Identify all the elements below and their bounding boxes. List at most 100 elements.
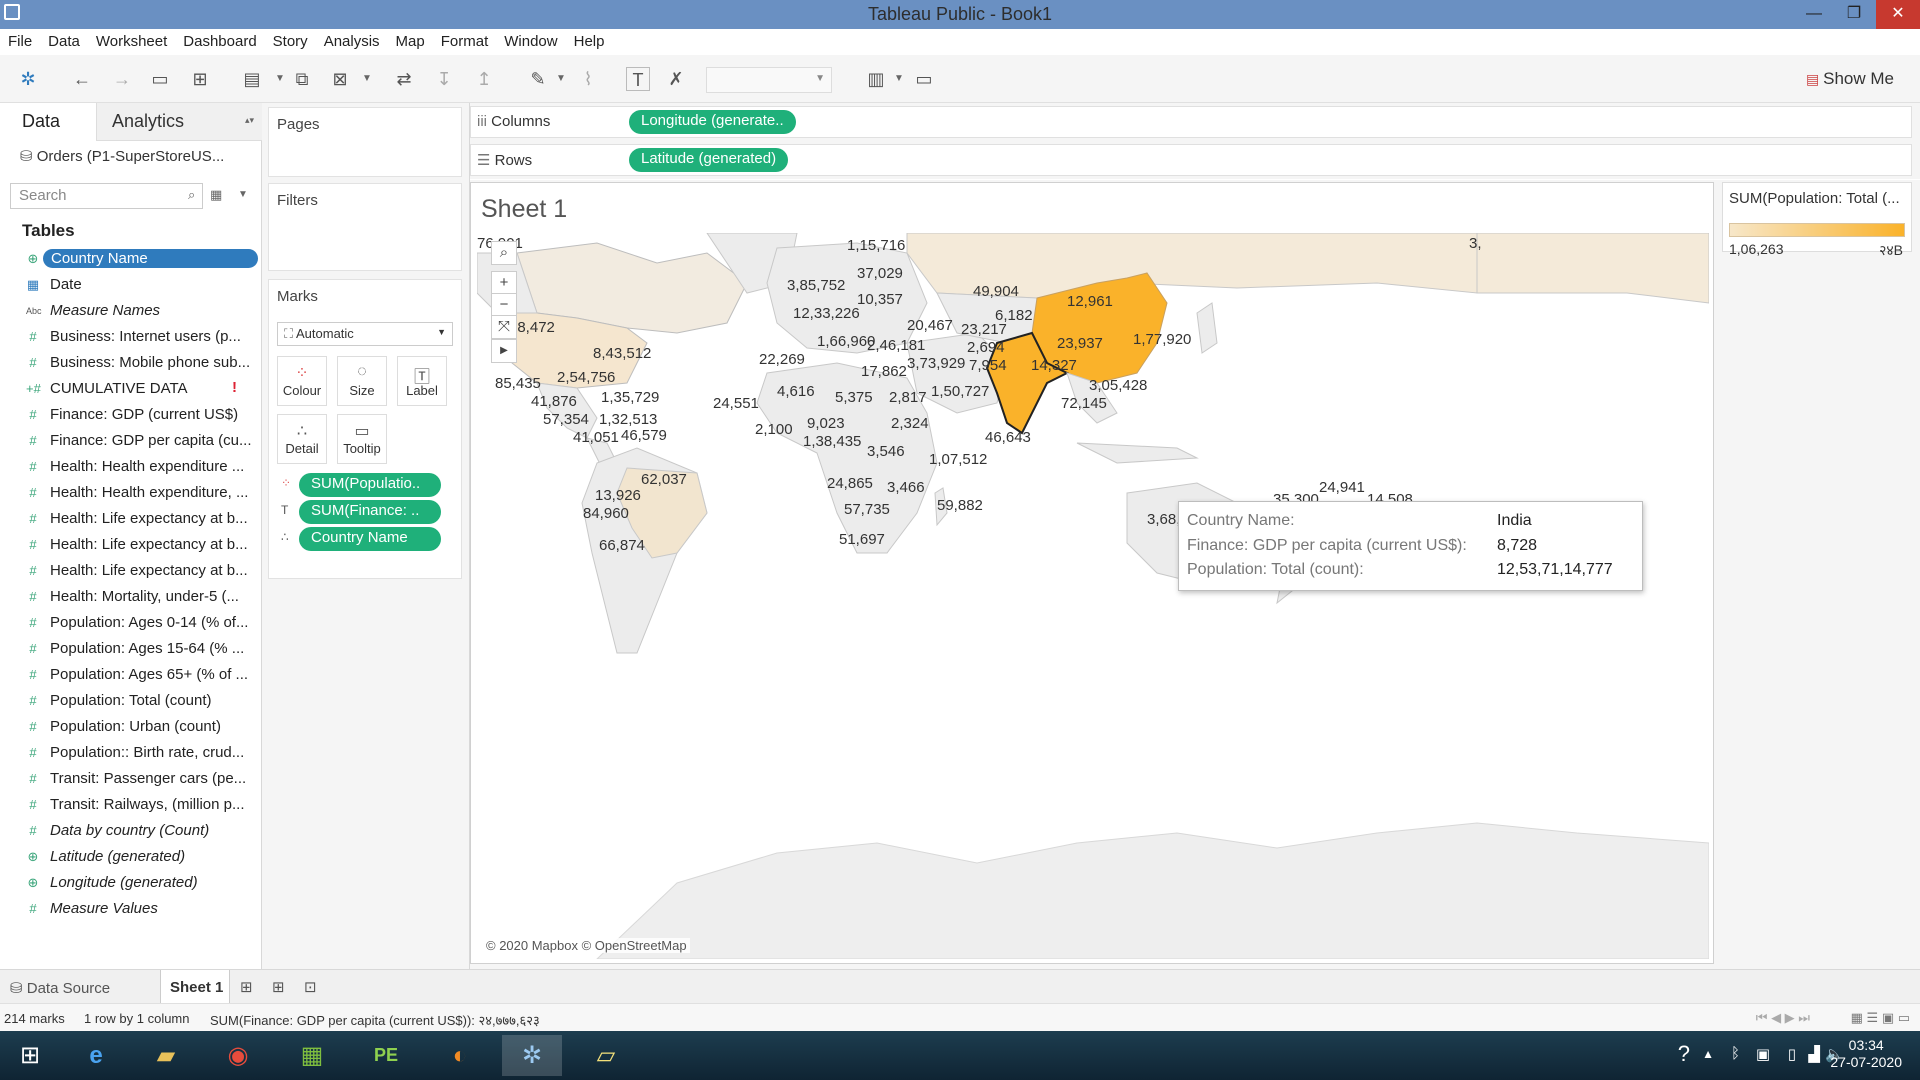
restore-icon[interactable]: ❐ — [1832, 0, 1876, 29]
view-data-icon[interactable]: ▦ — [210, 187, 222, 203]
field-item[interactable]: # Population: Ages 0-14 (% of... — [0, 611, 262, 637]
app-icon[interactable]: ▦ — [282, 1035, 342, 1076]
signal-icon[interactable]: ▟ — [1808, 1045, 1820, 1063]
sheet-nav-icon[interactable]: ⏮ ◀ ▶ ⏭ — [1756, 1010, 1810, 1026]
detail-pill[interactable]: Country Name — [299, 527, 441, 551]
field-item[interactable]: # Health: Health expenditure, ... — [0, 481, 262, 507]
pane-menu-icon[interactable]: ▴▾ — [245, 115, 254, 126]
show-me-button[interactable]: ▤ Show Me — [1806, 69, 1894, 89]
redo-icon[interactable]: → — [110, 67, 134, 91]
east-siberia-shape[interactable] — [1476, 233, 1709, 304]
indonesia-shape[interactable] — [1076, 442, 1199, 464]
detail-button[interactable]: ∴ Detail — [277, 414, 327, 464]
map-search-icon[interactable]: ⌕ — [491, 241, 517, 265]
field-item[interactable]: # Health: Life expectancy at b... — [0, 507, 262, 533]
pe-app-icon[interactable]: PE — [356, 1035, 416, 1076]
new-dashboard-icon[interactable]: ⊞ — [272, 978, 285, 996]
battery-icon[interactable]: ▯ — [1788, 1045, 1796, 1063]
tray-app-icon[interactable]: ▣ — [1756, 1045, 1770, 1063]
pages-card[interactable]: Pages — [268, 107, 462, 177]
internet-explorer-icon[interactable]: e — [66, 1035, 126, 1076]
columns-pill[interactable]: Longitude (generate.. — [629, 110, 796, 134]
chrome-icon[interactable]: ◉ — [208, 1035, 268, 1076]
mark-type-select[interactable]: ⛶ Automatic ▼ — [277, 322, 453, 346]
clear-sheet-icon[interactable]: ⊠ — [328, 67, 352, 91]
sort-descending-icon[interactable]: ↥ — [472, 67, 496, 91]
new-story-icon[interactable]: ⊡ — [304, 978, 317, 996]
map-toolbar-expand-icon[interactable]: ▶ — [491, 339, 517, 363]
new-worksheet-icon[interactable]: ▤ — [240, 67, 264, 91]
fix-axes-icon[interactable]: ✗ — [664, 67, 688, 91]
japan-shape[interactable] — [1196, 302, 1218, 354]
field-item[interactable]: # Health: Mortality, under-5 (... — [0, 585, 262, 611]
field-item[interactable]: # Health: Life expectancy at b... — [0, 559, 262, 585]
sheet-title[interactable]: Sheet 1 — [481, 195, 567, 224]
colour-pill[interactable]: SUM(Populatio.. — [299, 473, 441, 497]
field-item[interactable]: ▦ Date — [0, 273, 262, 299]
sort-ascending-icon[interactable]: ↧ — [432, 67, 456, 91]
size-button[interactable]: ◌ Size — [337, 356, 387, 406]
new-worksheet-icon[interactable]: ⊞ — [240, 978, 253, 996]
field-item[interactable]: # Finance: GDP (current US$) — [0, 403, 262, 429]
chevron-down-icon[interactable]: ▼ — [556, 67, 566, 91]
menu-data[interactable]: Data — [40, 29, 88, 50]
field-item[interactable]: # Business: Mobile phone sub... — [0, 351, 262, 377]
new-datasource-icon[interactable]: ⊞ — [188, 67, 212, 91]
menu-worksheet[interactable]: Worksheet — [88, 29, 175, 50]
tableau-logo-icon[interactable]: ✲ — [16, 67, 40, 91]
field-item[interactable]: # Measure Values — [0, 897, 262, 923]
reset-map-icon[interactable]: ⤧ — [491, 315, 517, 339]
field-item[interactable]: # Population: Ages 65+ (% of ... — [0, 663, 262, 689]
map-view[interactable]: 76,9011,15,71637,0293,85,75210,35712,33,… — [477, 233, 1709, 959]
label-button[interactable]: 🅃 Label — [397, 356, 447, 406]
search-input[interactable]: Search — [10, 183, 203, 209]
save-icon[interactable]: ▭ — [148, 67, 172, 91]
menu-story[interactable]: Story — [265, 29, 316, 50]
tab-sheet-1[interactable]: Sheet 1 — [160, 970, 230, 1003]
menu-file[interactable]: File — [0, 29, 40, 50]
menu-analysis[interactable]: Analysis — [316, 29, 388, 50]
menu-help[interactable]: Help — [566, 29, 613, 50]
datasource-item[interactable]: ⛁ Orders (P1-SuperStoreUS... — [20, 147, 224, 165]
tooltip-button[interactable]: ▭ Tooltip — [337, 414, 387, 464]
columns-shelf[interactable]: iii Columns Longitude (generate.. — [470, 106, 1912, 138]
windows-start-icon[interactable]: ⊞ — [0, 1035, 60, 1076]
menu-format[interactable]: Format — [433, 29, 497, 50]
menu-window[interactable]: Window — [496, 29, 565, 50]
antarctica-shape[interactable] — [596, 822, 1709, 959]
jupyter-icon[interactable]: ◐ — [430, 1035, 490, 1076]
close-icon[interactable]: ✕ — [1876, 0, 1920, 29]
swap-axes-icon[interactable]: ⇄ — [392, 67, 416, 91]
chevron-down-icon[interactable]: ▼ — [894, 67, 904, 91]
zoom-in-button[interactable]: + — [491, 271, 517, 295]
file-explorer-icon[interactable]: ▰ — [136, 1035, 196, 1076]
menu-map[interactable]: Map — [388, 29, 433, 50]
data-source-tab[interactable]: ⛁ Data Source — [10, 979, 110, 997]
tab-data[interactable]: Data — [22, 111, 60, 132]
chevron-down-icon[interactable]: ▼ — [238, 189, 248, 200]
field-item[interactable]: ⊕ Latitude (generated) — [0, 845, 262, 871]
field-item[interactable]: # Business: Internet users (p... — [0, 325, 262, 351]
highlight-icon[interactable]: ✎ — [526, 67, 550, 91]
group-members-icon[interactable]: ⌇ — [576, 67, 600, 91]
chevron-down-icon[interactable]: ▼ — [275, 67, 285, 91]
menu-dashboard[interactable]: Dashboard — [175, 29, 264, 50]
rows-shelf[interactable]: ☰ Rows Latitude (generated) — [470, 144, 1912, 176]
field-item[interactable]: ⊕ Country Name — [0, 247, 262, 273]
undo-icon[interactable]: ← — [70, 67, 94, 91]
card-toggle-icon[interactable]: ▥ — [864, 67, 888, 91]
tray-chevron-icon[interactable]: ▲ — [1702, 1047, 1714, 1061]
show-labels-icon[interactable]: T — [626, 67, 650, 91]
field-item[interactable]: # Population: Total (count) — [0, 689, 262, 715]
colour-button[interactable]: ⁘ Colour — [277, 356, 327, 406]
field-item[interactable]: # Health: Life expectancy at b... — [0, 533, 262, 559]
colour-legend[interactable]: SUM(Population: Total (... 1,06,263 २४B — [1722, 182, 1912, 258]
tab-analytics[interactable]: Analytics — [112, 111, 184, 132]
field-item[interactable]: # Population:: Birth rate, crud... — [0, 741, 262, 767]
presentation-icon[interactable]: ▭ — [912, 67, 936, 91]
field-item[interactable]: # Transit: Passenger cars (pe... — [0, 767, 262, 793]
field-item[interactable]: # Data by country (Count) — [0, 819, 262, 845]
duplicate-sheet-icon[interactable]: ⧉ — [290, 67, 314, 91]
chevron-down-icon[interactable]: ▼ — [362, 67, 372, 91]
fit-dropdown[interactable]: ▼ — [706, 67, 832, 93]
